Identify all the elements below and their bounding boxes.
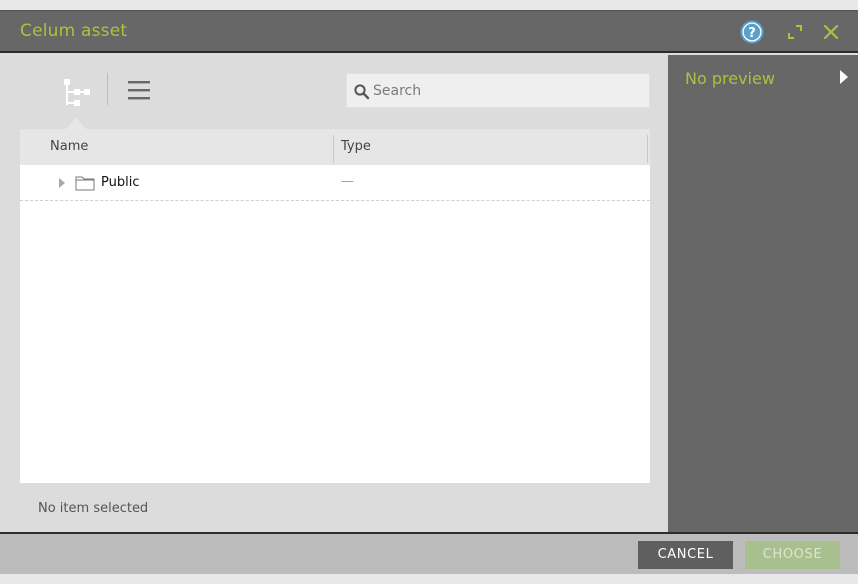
close-icon[interactable] bbox=[819, 20, 843, 44]
view-divider bbox=[107, 73, 108, 105]
column-resizer[interactable] bbox=[333, 135, 334, 163]
celum-asset-dialog: Celum asset ? Search Name Type Public — … bbox=[0, 10, 858, 574]
dialog-titlebar: Celum asset ? bbox=[0, 11, 858, 53]
collapse-preview-icon[interactable] bbox=[838, 68, 850, 86]
dialog-title: Celum asset bbox=[20, 21, 128, 41]
cancel-button[interactable]: CANCEL bbox=[638, 541, 733, 569]
table-row[interactable]: Public — bbox=[20, 165, 650, 201]
column-resizer[interactable] bbox=[647, 135, 648, 163]
folder-icon bbox=[75, 176, 95, 191]
expand-arrow-icon[interactable] bbox=[58, 178, 66, 188]
list-view-icon bbox=[128, 81, 150, 100]
selection-status: No item selected bbox=[38, 501, 149, 516]
svg-text:?: ? bbox=[748, 26, 756, 41]
asset-table: Name Type Public — bbox=[20, 129, 650, 483]
search-input[interactable] bbox=[373, 74, 643, 107]
row-type: — bbox=[341, 174, 354, 189]
preview-panel: No preview bbox=[668, 55, 858, 532]
active-view-indicator bbox=[66, 117, 86, 129]
help-icon[interactable]: ? bbox=[740, 20, 764, 44]
browser-panel: Name Type Public — No item selected bbox=[0, 55, 668, 532]
search-icon bbox=[354, 84, 370, 100]
column-header-name[interactable]: Name bbox=[50, 139, 88, 154]
tree-view-button[interactable] bbox=[56, 75, 96, 115]
row-name: Public bbox=[101, 175, 140, 190]
expand-icon[interactable] bbox=[783, 20, 807, 44]
choose-button[interactable]: CHOOSE bbox=[745, 541, 840, 569]
table-header: Name Type bbox=[20, 129, 650, 165]
preview-label: No preview bbox=[685, 69, 775, 88]
dialog-footer: CANCEL CHOOSE bbox=[0, 532, 858, 574]
tree-view-icon bbox=[64, 79, 90, 106]
list-view-button[interactable] bbox=[124, 75, 156, 107]
search-box bbox=[346, 73, 650, 108]
column-header-type[interactable]: Type bbox=[341, 139, 371, 154]
